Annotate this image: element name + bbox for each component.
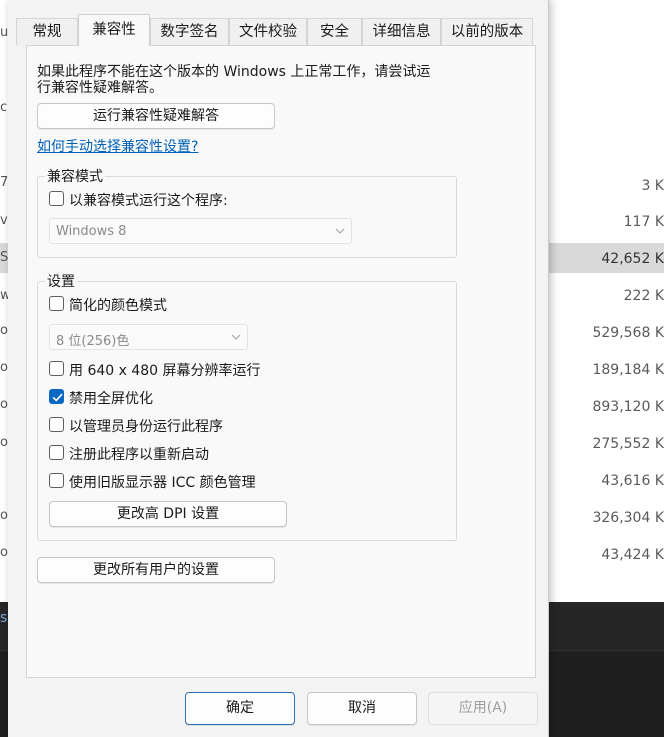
disable-fullscreen-label: 禁用全屏优化 — [69, 391, 153, 407]
compat-mode-group: 兼容模式 以兼容模式运行这个程序: Windows 8 — [37, 166, 457, 258]
background-file-size: 893,120 K — [592, 399, 664, 415]
background-file-size: 189,184 K — [592, 362, 664, 378]
tab-compatibility[interactable]: 兼容性 — [78, 14, 150, 46]
background-file-size: 529,568 K — [592, 325, 664, 341]
res-640-checkbox[interactable] — [49, 361, 64, 376]
reduced-color-checkbox[interactable] — [49, 296, 64, 311]
reduced-color-row[interactable]: 简化的颜色模式 — [49, 295, 349, 315]
compat-mode-checkbox[interactable] — [49, 191, 64, 206]
compat-mode-select-value: Windows 8 — [56, 224, 127, 239]
background-row-edge-text: o — [0, 435, 8, 450]
tab-file-hash[interactable]: 文件校验 — [229, 18, 307, 45]
background-file-size: 222 K — [623, 288, 664, 304]
ok-button[interactable]: 确定 — [185, 692, 295, 725]
run-admin-checkbox[interactable] — [49, 417, 64, 432]
change-all-users-button[interactable]: 更改所有用户的设置 — [37, 557, 275, 583]
compatibility-panel: 如果此程序不能在这个版本的 Windows 上正常工作，请尝试运 行兼容性疑难解… — [26, 45, 536, 678]
tab-strip: 常规 兼容性 数字签名 文件校验 安全 详细信息 以前的版本 — [16, 14, 546, 46]
chevron-down-icon — [335, 228, 345, 234]
run-admin-label: 以管理员身份运行此程序 — [69, 419, 223, 435]
reduced-color-label: 简化的颜色模式 — [69, 298, 167, 314]
background-row-edge-text: c — [0, 100, 8, 115]
tab-details[interactable]: 详细信息 — [362, 18, 441, 45]
properties-dialog: 常规 兼容性 数字签名 文件校验 安全 详细信息 以前的版本 如果此程序不能在这… — [8, 0, 549, 737]
background-file-size: 326,304 K — [592, 510, 664, 526]
disable-fullscreen-row[interactable]: 禁用全屏优化 — [49, 388, 349, 408]
background-row-edge-text: o — [0, 360, 8, 375]
tab-previous-versions[interactable]: 以前的版本 — [441, 18, 533, 45]
register-restart-label: 注册此程序以重新启动 — [69, 447, 209, 463]
run-troubleshooter-button[interactable]: 运行兼容性疑难解答 — [37, 103, 275, 129]
legacy-icc-checkbox[interactable] — [49, 473, 64, 488]
background-row-edge-text: o — [0, 545, 8, 560]
background-file-size: 275,552 K — [592, 436, 664, 452]
tab-general[interactable]: 常规 — [16, 18, 78, 45]
color-mode-select-value: 8 位(256)色 — [56, 334, 130, 349]
color-mode-select: 8 位(256)色 — [49, 324, 248, 350]
background-file-size-selected: 42,652 K — [601, 251, 664, 267]
checkmark-icon — [52, 393, 63, 402]
register-restart-row[interactable]: 注册此程序以重新启动 — [49, 444, 349, 464]
background-row-edge-text: w — [0, 288, 8, 303]
background-file-size: 117 K — [623, 214, 664, 230]
background-file-size: 43,616 K — [601, 473, 664, 489]
background-row-edge-text: v — [0, 213, 8, 228]
background-row-edge-text: 7 — [0, 175, 8, 190]
change-dpi-button[interactable]: 更改高 DPI 设置 — [49, 501, 287, 527]
intro-text-line-2: 行兼容性疑难解答。 — [37, 80, 163, 96]
compat-mode-label: 以兼容模式运行这个程序: — [69, 193, 228, 209]
res-640-row[interactable]: 用 640 x 480 屏幕分辨率运行 — [49, 360, 349, 380]
background-row-edge-text: o — [0, 508, 8, 523]
tab-security[interactable]: 安全 — [307, 18, 362, 45]
chevron-down-icon — [231, 334, 241, 340]
settings-legend: 设置 — [45, 271, 77, 291]
settings-group: 设置 简化的颜色模式 8 位(256)色 用 640 x 480 屏幕分辨率运行 — [37, 271, 457, 541]
background-dark-edge-text: s — [0, 610, 8, 626]
apply-button[interactable]: 应用(A) — [428, 692, 538, 725]
background-file-size: 3 K — [641, 178, 664, 194]
background-file-size: 43,424 K — [601, 547, 664, 563]
run-admin-row[interactable]: 以管理员身份运行此程序 — [49, 416, 349, 436]
legacy-icc-label: 使用旧版显示器 ICC 颜色管理 — [69, 475, 256, 491]
background-row-edge-text: o — [0, 323, 8, 338]
compat-mode-checkbox-row[interactable]: 以兼容模式运行这个程序: — [49, 190, 349, 210]
compat-mode-legend: 兼容模式 — [45, 166, 105, 186]
manual-settings-link[interactable]: 如何手动选择兼容性设置? — [37, 136, 198, 156]
background-row-edge-text: S — [0, 250, 8, 265]
tab-digital-signatures[interactable]: 数字签名 — [150, 18, 229, 45]
res-640-label: 用 640 x 480 屏幕分辨率运行 — [69, 363, 261, 379]
legacy-icc-row[interactable]: 使用旧版显示器 ICC 颜色管理 — [49, 472, 349, 492]
background-row-edge-text: u — [0, 25, 8, 40]
register-restart-checkbox[interactable] — [49, 445, 64, 460]
cancel-button[interactable]: 取消 — [307, 692, 417, 725]
disable-fullscreen-checkbox[interactable] — [49, 389, 64, 404]
background-row-edge-text: o — [0, 397, 8, 412]
compat-mode-select: Windows 8 — [49, 218, 352, 244]
